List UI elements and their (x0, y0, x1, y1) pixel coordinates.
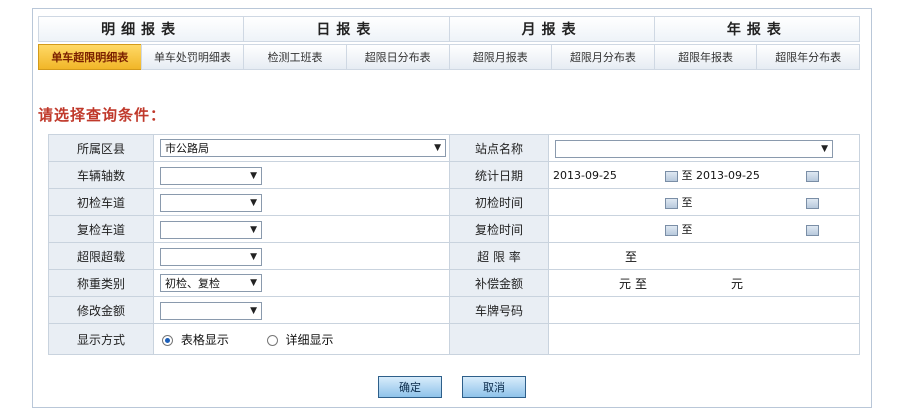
tab-overlimit-monthly-report[interactable]: 超限月报表 (448, 44, 552, 70)
modify-amount-select[interactable]: ▼ (160, 302, 262, 320)
tab-vehicle-penalty-detail[interactable]: 单车处罚明细表 (140, 44, 244, 70)
group-detail-report[interactable]: 明细报表 (38, 16, 244, 42)
station-select[interactable]: ▼ (555, 140, 833, 158)
cancel-button[interactable]: 取消 (462, 376, 526, 398)
recheck-time-to-separator: 至 (681, 223, 693, 236)
calendar-icon[interactable] (806, 170, 819, 182)
axles-label: 车辆轴数 (48, 161, 154, 189)
tab-overlimit-yearly-report[interactable]: 超限年报表 (653, 44, 757, 70)
axles-select[interactable]: ▼ (160, 167, 262, 185)
radio-table-display-label: 表格显示 (180, 332, 229, 347)
group-yearly-report[interactable]: 年报表 (653, 16, 860, 42)
radio-detail-display-label: 详细显示 (285, 332, 334, 347)
recheck-lane-cell: ▼ (153, 215, 450, 243)
compensation-to-separator: 至 (635, 276, 648, 291)
query-form-table: 所属区县 市公路局 ▼ 站点名称 ▼ 车辆轴数 ▼ 统计日期 2013-09-2… (48, 134, 860, 355)
recheck-lane-select[interactable]: ▼ (160, 221, 262, 239)
modify-amount-label: 修改金额 (48, 296, 154, 324)
station-label: 站点名称 (449, 134, 549, 162)
overload-rate-cell: 至 (548, 242, 860, 270)
report-tab-bar: 单车超限明细表 单车处罚明细表 检测工班表 超限日分布表 超限月报表 超限月分布… (38, 44, 860, 70)
date-cell: 2013-09-25 至 2013-09-25 (548, 161, 860, 189)
display-mode-label: 显示方式 (48, 323, 154, 355)
recheck-lane-label: 复检车道 (48, 215, 154, 243)
date-from-input[interactable]: 2013-09-25 (553, 169, 661, 182)
axles-cell: ▼ (153, 161, 450, 189)
weigh-type-cell: 初检、复检 ▼ (153, 269, 450, 297)
chevron-down-icon: ▼ (434, 143, 441, 153)
calendar-icon[interactable] (806, 224, 819, 236)
station-cell: ▼ (548, 134, 860, 162)
calendar-icon[interactable] (665, 197, 678, 209)
compensation-label: 补偿金额 (449, 269, 549, 297)
first-lane-select[interactable]: ▼ (160, 194, 262, 212)
county-select[interactable]: 市公路局 ▼ (160, 139, 446, 157)
calendar-icon[interactable] (806, 197, 819, 209)
chevron-down-icon: ▼ (250, 278, 257, 288)
first-time-label: 初检时间 (449, 188, 549, 216)
first-time-to-separator: 至 (681, 196, 693, 209)
tab-inspection-shift[interactable]: 检测工班表 (243, 44, 346, 70)
weigh-type-select[interactable]: 初检、复检 ▼ (160, 274, 262, 292)
compensation-yuan-unit: 元 (731, 276, 744, 291)
county-select-value: 市公路局 (165, 142, 209, 155)
calendar-icon[interactable] (665, 170, 678, 182)
recheck-time-label: 复检时间 (449, 215, 549, 243)
confirm-button[interactable]: 确定 (378, 376, 442, 398)
overload-select[interactable]: ▼ (160, 248, 262, 266)
chevron-down-icon: ▼ (821, 144, 828, 154)
tab-overlimit-monthly-distribution[interactable]: 超限月分布表 (551, 44, 654, 70)
report-group-bar: 明细报表 日报表 月报表 年报表 (38, 16, 860, 42)
first-lane-label: 初检车道 (48, 188, 154, 216)
date-to-separator: 至 (681, 169, 693, 182)
empty-label-cell (449, 323, 549, 355)
radio-table-display[interactable] (162, 334, 173, 346)
chevron-down-icon: ▼ (250, 198, 257, 208)
chevron-down-icon: ▼ (250, 252, 257, 262)
compensation-cell: 元至元 (548, 269, 860, 297)
radio-detail-display[interactable] (266, 334, 278, 346)
empty-value-cell (548, 323, 860, 355)
chevron-down-icon: ▼ (250, 171, 257, 181)
first-lane-cell: ▼ (153, 188, 450, 216)
compensation-yuan-unit: 元 (619, 276, 632, 291)
plate-input[interactable] (548, 296, 860, 324)
weigh-type-select-value: 初检、复检 (165, 277, 220, 290)
county-cell: 市公路局 ▼ (153, 134, 450, 162)
tab-vehicle-overlimit-detail[interactable]: 单车超限明细表 (38, 44, 141, 70)
tab-overlimit-daily-distribution[interactable]: 超限日分布表 (345, 44, 449, 70)
weigh-type-label: 称重类别 (48, 269, 154, 297)
date-label: 统计日期 (449, 161, 549, 189)
first-time-cell: 至 (548, 188, 860, 216)
group-daily-report[interactable]: 日报表 (243, 16, 449, 42)
overload-cell: ▼ (153, 242, 450, 270)
overload-rate-to-separator: 至 (625, 249, 638, 264)
tab-overlimit-yearly-distribution[interactable]: 超限年分布表 (756, 44, 860, 70)
county-label: 所属区县 (48, 134, 154, 162)
chevron-down-icon: ▼ (250, 306, 257, 316)
recheck-time-cell: 至 (548, 215, 860, 243)
date-to-input[interactable]: 2013-09-25 (696, 169, 806, 182)
query-prompt: 请选择查询条件： (38, 106, 167, 124)
modify-amount-cell: ▼ (153, 296, 450, 324)
plate-label: 车牌号码 (449, 296, 549, 324)
calendar-icon[interactable] (665, 224, 678, 236)
overload-rate-label: 超 限 率 (449, 242, 549, 270)
overload-label: 超限超载 (48, 242, 154, 270)
display-mode-cell: 表格显示 详细显示 (153, 323, 450, 355)
group-monthly-report[interactable]: 月报表 (448, 16, 654, 42)
chevron-down-icon: ▼ (250, 225, 257, 235)
